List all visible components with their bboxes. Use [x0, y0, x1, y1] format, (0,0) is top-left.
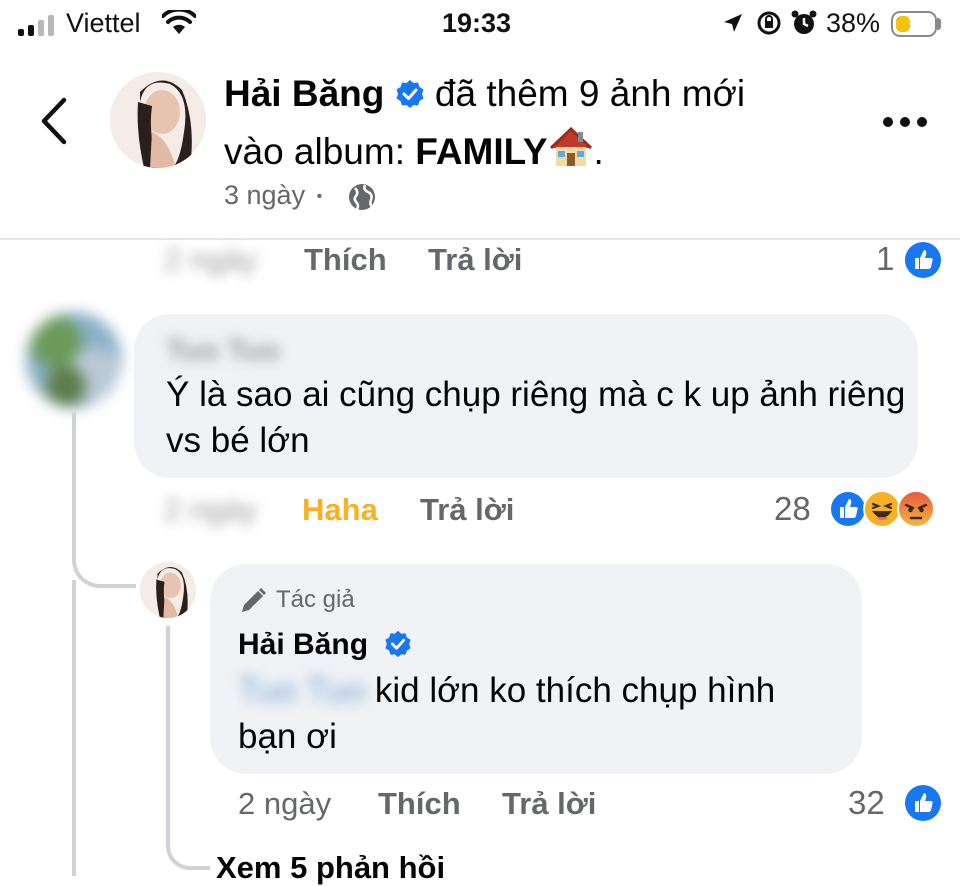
back-chevron-icon[interactable]: [38, 96, 70, 146]
reply-action[interactable]: Trả lời: [420, 492, 514, 528]
more-options-button[interactable]: [880, 110, 930, 134]
author-avatar[interactable]: [110, 72, 206, 168]
like-action[interactable]: Thích: [304, 242, 387, 278]
view-more-replies[interactable]: Xem 5 phản hồi: [216, 850, 445, 886]
reply-thread-line: [166, 626, 170, 826]
post-action-text: đã thêm 9 ảnh mới: [434, 73, 746, 114]
verified-badge-icon: [396, 80, 424, 108]
haha-action[interactable]: Haha: [302, 492, 378, 528]
album-suffix: .: [593, 131, 604, 172]
thread-curve: [72, 520, 136, 588]
reply-bubble[interactable]: Tác giả Hải Băng Tuo Tuo kid lớn ko thíc…: [210, 564, 862, 774]
battery-tip: [937, 18, 941, 30]
thread-line-continue: [72, 580, 76, 876]
reaction-icons: [828, 489, 948, 531]
alarm-icon: [791, 10, 817, 34]
reply-thread-curve: [166, 816, 210, 870]
comment-time[interactable]: 2 ngày: [164, 242, 257, 278]
reply-action[interactable]: Trả lời: [502, 786, 596, 822]
globe-icon: [349, 184, 375, 210]
post-title: Hải Băng đã thêm 9 ảnh mới vào album: FA…: [224, 68, 864, 178]
verified-badge-icon: [385, 630, 411, 658]
reaction-count: 28: [774, 490, 811, 527]
header-divider: [0, 238, 960, 240]
battery-icon: [891, 11, 937, 37]
reply-author-avatar[interactable]: [140, 562, 196, 618]
pencil-icon: [242, 588, 266, 612]
reply-author-name[interactable]: Hải Băng: [238, 628, 368, 662]
like-reaction-icon: [905, 242, 941, 278]
house-emoji-icon: [549, 126, 592, 166]
wifi-icon: [162, 10, 196, 34]
comment-time[interactable]: 2 ngày: [164, 492, 257, 528]
like-reaction-icon: [905, 785, 941, 821]
album-name[interactable]: FAMILY: [415, 131, 547, 172]
post-time[interactable]: 3 ngày: [224, 180, 305, 210]
battery-percent: 38%: [826, 8, 881, 38]
commenter-name[interactable]: Tuo Tuo: [166, 334, 280, 368]
post-meta: 3 ngày •: [224, 180, 326, 211]
reply-like-count: 32: [848, 784, 885, 821]
clock: 19:33: [442, 8, 512, 38]
author-name[interactable]: Hải Băng: [224, 73, 384, 114]
comment-bubble[interactable]: Tuo Tuo Ý là sao ai cũng chụp riêng mà c…: [134, 314, 918, 478]
like-action[interactable]: Thích: [378, 786, 461, 822]
signal-icon: [18, 14, 58, 36]
mention-tag[interactable]: Tuo Tuo: [238, 671, 365, 710]
reply-text-block: Tuo Tuo kid lớn ko thích chụp hình bạn ơ…: [238, 668, 838, 760]
commenter-avatar[interactable]: [26, 312, 122, 408]
author-badge: Tác giả: [276, 586, 355, 613]
comment-text: Ý là sao ai cũng chụp riêng mà c k up ản…: [166, 375, 906, 460]
like-count: 1: [876, 240, 895, 277]
angry-icon: [897, 490, 935, 528]
orientation-lock-icon: [757, 11, 781, 35]
carrier-name: Viettel: [66, 8, 141, 38]
meta-separator: •: [316, 188, 323, 205]
location-arrow-icon: [724, 14, 742, 32]
reply-action[interactable]: Trả lời: [428, 242, 522, 278]
album-prefix: vào album:: [224, 131, 416, 172]
reply-time[interactable]: 2 ngày: [238, 786, 331, 822]
